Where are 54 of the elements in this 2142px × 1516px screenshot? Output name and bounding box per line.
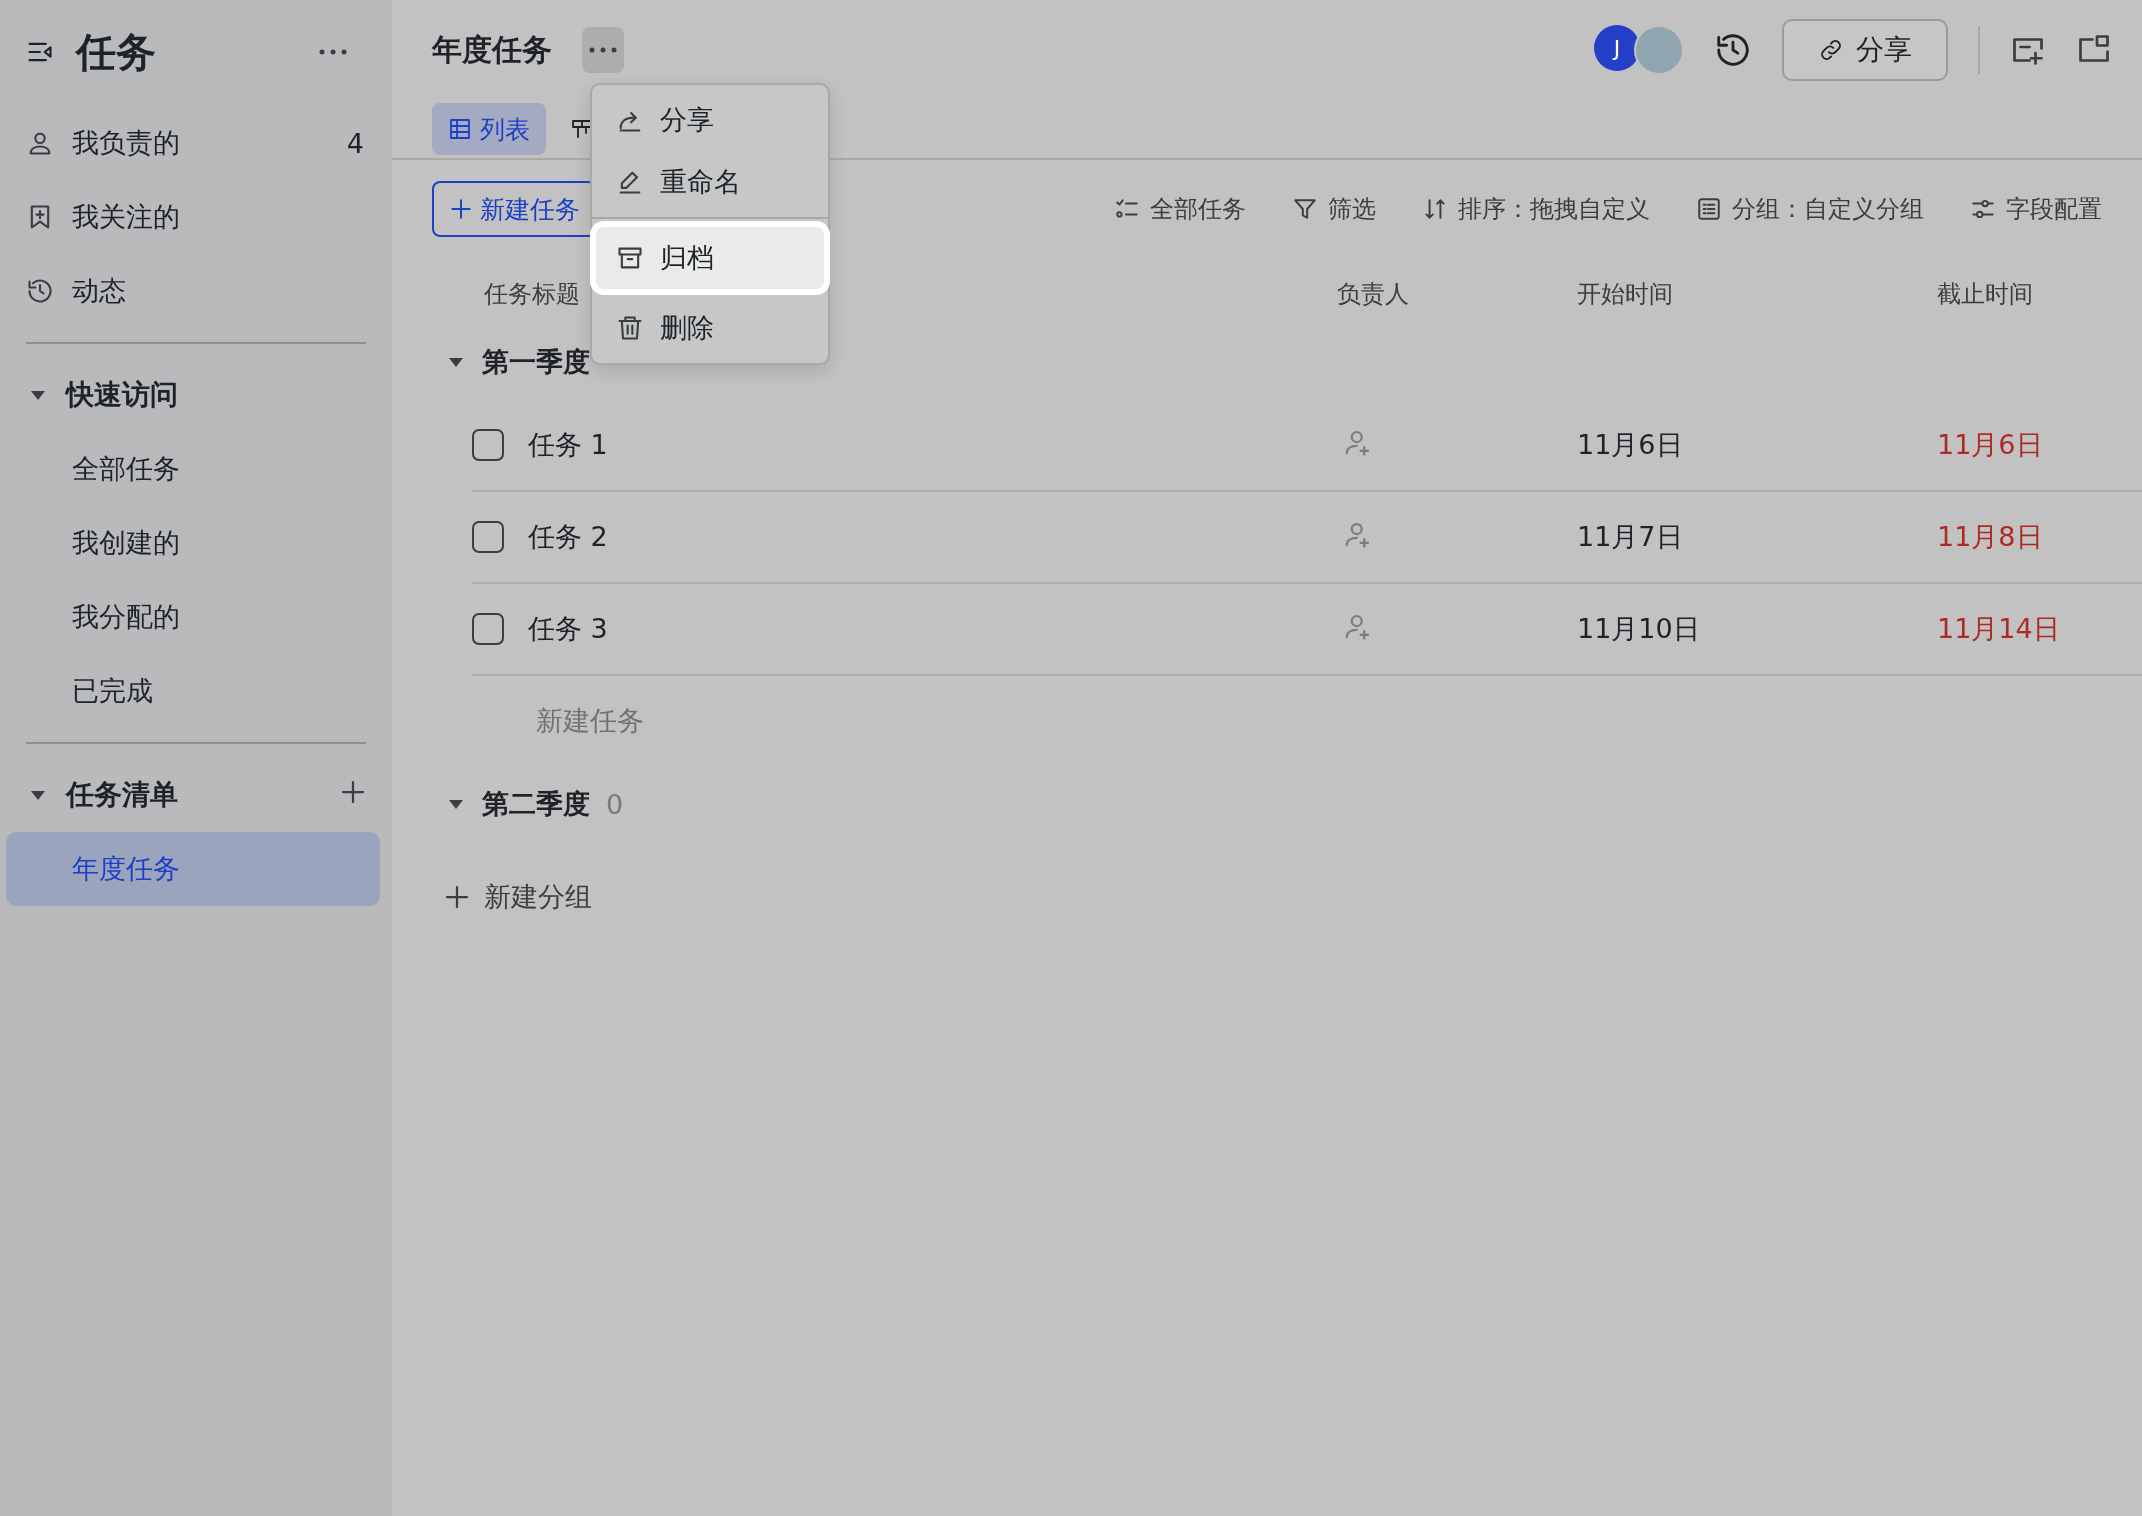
table-icon: [448, 117, 472, 141]
start-date: 11月6日: [1577, 428, 1684, 462]
start-date: 11月10日: [1577, 612, 1701, 646]
more-button[interactable]: [582, 27, 624, 73]
filter-icon: [1292, 196, 1318, 222]
sidebar-item[interactable]: 我分配的: [6, 580, 380, 654]
group-title: 第一季度: [482, 345, 590, 379]
checkbox[interactable]: [472, 521, 504, 553]
task-title[interactable]: 任务 3: [528, 611, 608, 647]
group-count: 0: [606, 788, 624, 820]
app-title: 任务: [76, 27, 157, 77]
group-title: 第二季度: [482, 787, 590, 821]
menu-item[interactable]: 删除: [596, 297, 824, 359]
toolbar-action[interactable]: 排序：拖拽自定义: [1422, 193, 1650, 225]
count-label: 4: [346, 127, 365, 159]
nav-item[interactable]: 动态: [6, 254, 380, 328]
nav-item[interactable]: 我负责的 4: [6, 106, 380, 180]
link-icon: [1818, 37, 1844, 63]
column-header: 截止时间: [1937, 279, 2034, 310]
nav-item[interactable]: 我关注的: [6, 180, 380, 254]
due-date: 11月8日: [1937, 520, 2044, 554]
checkbox[interactable]: [472, 429, 504, 461]
task-title[interactable]: 任务 2: [528, 519, 608, 555]
share-button[interactable]: 分享: [1782, 19, 1948, 81]
toolbar-action[interactable]: 字段配置: [1970, 193, 2102, 225]
list-title: 年度任务: [432, 30, 552, 69]
section-header[interactable]: 任务清单: [6, 758, 380, 832]
sidebar-item[interactable]: 已完成: [6, 654, 380, 728]
column-header: 负责人: [1337, 279, 1410, 310]
view-tab[interactable]: 列表: [432, 103, 546, 155]
grouped-list-icon: [1696, 196, 1722, 222]
toolbar-action[interactable]: 筛选: [1292, 193, 1376, 225]
section-header[interactable]: 快速访问: [6, 358, 380, 432]
more-icon[interactable]: [318, 48, 348, 56]
task-title[interactable]: 任务 1: [528, 427, 608, 463]
column-header: 任务标题: [483, 279, 581, 310]
due-date: 11月14日: [1937, 612, 2061, 646]
sidebar-item[interactable]: 我创建的: [6, 506, 380, 580]
trash-icon: [616, 314, 644, 342]
toolbar-action[interactable]: 分组：自定义分组: [1696, 193, 1924, 225]
due-date: 11月6日: [1937, 428, 2044, 462]
avatar[interactable]: J: [1594, 25, 1640, 71]
menu-item[interactable]: 分享: [596, 89, 824, 151]
toolbar-action[interactable]: 全部任务: [1114, 193, 1246, 225]
sidebar-item[interactable]: 全部任务: [6, 432, 380, 506]
history-icon: [1714, 31, 1752, 69]
sort-icon: [1422, 196, 1448, 222]
history-icon: [26, 277, 54, 305]
menu-item[interactable]: 重命名: [596, 151, 824, 213]
checkbox[interactable]: [472, 613, 504, 645]
start-date: 11月7日: [1577, 520, 1684, 554]
column-header: 开始时间: [1577, 279, 1674, 310]
new-group-link[interactable]: 新建分组: [484, 879, 592, 915]
more-icon[interactable]: [588, 46, 618, 54]
